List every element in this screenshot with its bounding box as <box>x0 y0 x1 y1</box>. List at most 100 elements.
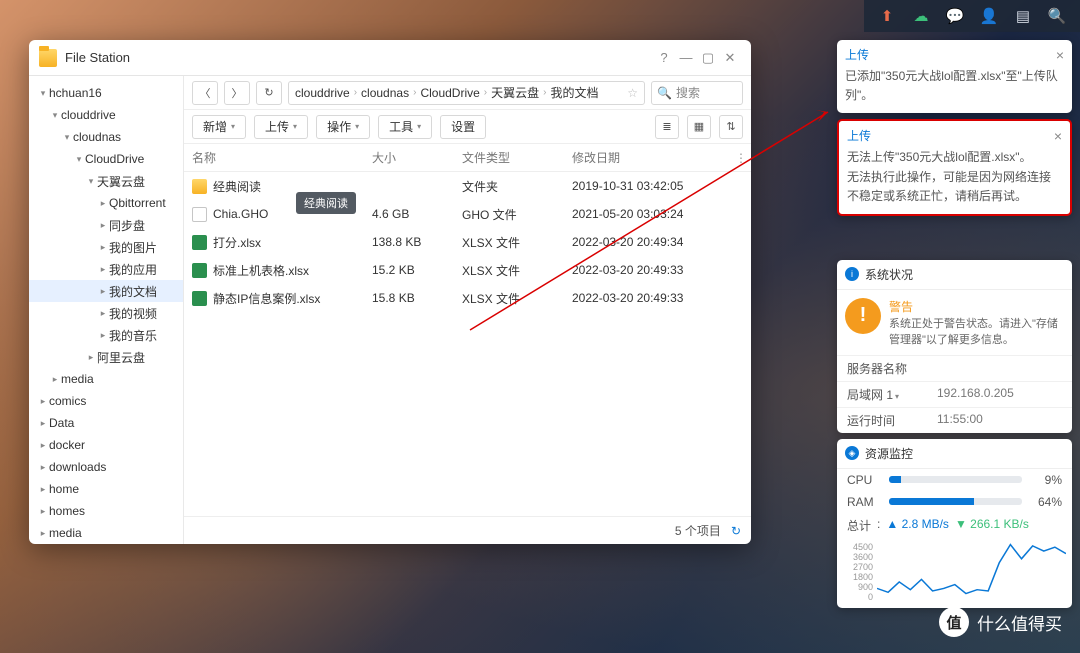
folder-tree[interactable]: ▾hchuan16▾clouddrive▾cloudnas▾CloudDrive… <box>29 76 184 544</box>
file-row[interactable]: 打分.xlsx138.8 KBXLSX 文件2022-03-20 20:49:3… <box>184 228 751 256</box>
upload-icon[interactable]: ⬆ <box>878 7 896 25</box>
tree-item[interactable]: ▸comics <box>29 390 183 412</box>
action-button[interactable]: 操作▾ <box>316 115 370 139</box>
search-icon[interactable]: 🔍 <box>1048 7 1066 25</box>
app-title: File Station <box>65 50 653 65</box>
smzdm-logo: 值 什么值得买 <box>939 607 1062 637</box>
file-row[interactable]: 标准上机表格.xlsx15.2 KBXLSX 文件2022-03-20 20:4… <box>184 256 751 284</box>
widget-title: 资源监控 <box>865 445 913 462</box>
tree-item[interactable]: ▾cloudnas <box>29 126 183 148</box>
tree-item[interactable]: ▸同步盘 <box>29 214 183 236</box>
search-icon: 🔍 <box>657 86 672 100</box>
col-name[interactable]: 名称 <box>192 149 372 166</box>
file-station-window: File Station ? — ▢ ✕ ▾hchuan16▾clouddriv… <box>29 40 751 544</box>
refresh-icon[interactable]: ↻ <box>731 524 741 538</box>
item-count: 5 个项目 <box>675 522 721 539</box>
ram-pct: 64% <box>1030 495 1062 509</box>
status-bar: 5 个项目 ↻ <box>184 516 751 544</box>
info-row: 运行时间11:55:00 <box>837 407 1072 433</box>
search-input[interactable]: 🔍 搜索 <box>651 81 743 105</box>
sort-button[interactable]: ⇅ <box>719 115 743 139</box>
action-toolbar: 新增▾ 上传▾ 操作▾ 工具▾ 设置 ≣ ▦ ⇅ <box>184 110 751 144</box>
panel-icon[interactable]: ▤ <box>1014 7 1032 25</box>
settings-button[interactable]: 设置 <box>440 115 486 139</box>
tree-item[interactable]: ▸downloads <box>29 456 183 478</box>
back-button[interactable]: 〈 <box>192 81 218 105</box>
tree-item[interactable]: ▾hchuan16 <box>29 82 183 104</box>
help-button[interactable]: ? <box>653 47 675 69</box>
monitor-icon: ◈ <box>845 446 859 460</box>
titlebar: File Station ? — ▢ ✕ <box>29 40 751 76</box>
tree-item[interactable]: ▾天翼云盘 <box>29 170 183 192</box>
tree-item[interactable]: ▸我的音乐 <box>29 324 183 346</box>
view-list-button[interactable]: ≣ <box>655 115 679 139</box>
tools-button[interactable]: 工具▾ <box>378 115 432 139</box>
file-row[interactable]: 经典阅读文件夹2019-10-31 03:42:05 <box>184 172 751 200</box>
minimize-button[interactable]: — <box>675 47 697 69</box>
cpu-bar <box>889 476 1022 483</box>
info-icon: i <box>845 267 859 281</box>
info-row: 服务器名称 <box>837 355 1072 381</box>
tree-item[interactable]: ▸docker <box>29 434 183 456</box>
tree-item[interactable]: ▸home <box>29 478 183 500</box>
tree-item[interactable]: ▾CloudDrive <box>29 148 183 170</box>
tree-item[interactable]: ▸我的视频 <box>29 302 183 324</box>
upload-button[interactable]: 上传▾ <box>254 115 308 139</box>
close-icon[interactable]: × <box>1056 47 1064 63</box>
col-menu[interactable]: ⋮ <box>731 151 751 165</box>
col-date[interactable]: 修改日期 <box>572 149 731 166</box>
breadcrumb-item[interactable]: 天翼云盘 <box>491 84 539 101</box>
tree-item[interactable]: ▸media <box>29 368 183 390</box>
breadcrumb-item[interactable]: clouddrive <box>295 86 350 100</box>
new-button[interactable]: 新增▾ <box>192 115 246 139</box>
close-icon[interactable]: × <box>1054 128 1062 144</box>
logo-badge: 值 <box>939 607 969 637</box>
star-icon[interactable]: ☆ <box>627 86 638 100</box>
refresh-button[interactable]: ↻ <box>256 81 282 105</box>
widgets-panel: 上传× 已添加"350元大战lol配置.xlsx"至"上传队列"。 上传× 无法… <box>837 40 1072 608</box>
col-size[interactable]: 大小 <box>372 149 462 166</box>
ram-bar <box>889 498 1022 505</box>
tree-item[interactable]: ▸Data <box>29 412 183 434</box>
breadcrumb-item[interactable]: cloudnas <box>361 86 409 100</box>
breadcrumb-item[interactable]: CloudDrive <box>420 86 479 100</box>
app-icon <box>39 49 57 67</box>
tree-item[interactable]: ▸我的应用 <box>29 258 183 280</box>
widget-title: 系统状况 <box>865 266 913 283</box>
resource-monitor-widget: ◈资源监控 CPU 9% RAM 64% 总计: ▲ 2.8 MB/s ▼ 26… <box>837 439 1072 608</box>
file-row[interactable]: Chia.GHO4.6 GBGHO 文件2021-05-20 03:03:24 <box>184 200 751 228</box>
cloud-icon[interactable]: ☁ <box>912 7 930 25</box>
notif-body: 无法上传"350元大战lol配置.xlsx"。无法执行此操作，可能是因为网络连接… <box>839 146 1070 214</box>
info-row: 局域网 1▾192.168.0.205 <box>837 381 1072 407</box>
notification-upload-error: 上传× 无法上传"350元大战lol配置.xlsx"。无法执行此操作，可能是因为… <box>837 119 1072 216</box>
tree-item[interactable]: ▸media <box>29 522 183 544</box>
chat-icon[interactable]: 💬 <box>946 7 964 25</box>
notif-title: 上传 <box>845 46 1056 63</box>
breadcrumb-item[interactable]: 我的文档 <box>551 84 599 101</box>
logo-text: 什么值得买 <box>977 610 1062 635</box>
tree-item[interactable]: ▸我的图片 <box>29 236 183 258</box>
tree-item[interactable]: ▾clouddrive <box>29 104 183 126</box>
cpu-label: CPU <box>847 473 881 487</box>
tree-item[interactable]: ▸阿里云盘 <box>29 346 183 368</box>
tree-item[interactable]: ▸Qbittorrent <box>29 192 183 214</box>
maximize-button[interactable]: ▢ <box>697 47 719 69</box>
taskbar: ⬆ ☁ 💬 👤 ▤ 🔍 <box>864 0 1080 32</box>
cpu-pct: 9% <box>1030 473 1062 487</box>
tree-item[interactable]: ▸我的文档 <box>29 280 183 302</box>
close-button[interactable]: ✕ <box>719 47 741 69</box>
forward-button[interactable]: 〉 <box>224 81 250 105</box>
tooltip: 经典阅读 <box>296 192 356 214</box>
file-row[interactable]: 静态IP信息案例.xlsx15.8 KBXLSX 文件2022-03-20 20… <box>184 284 751 312</box>
upload-speed: ▲ 2.8 MB/s <box>886 517 949 534</box>
view-grid-button[interactable]: ▦ <box>687 115 711 139</box>
search-placeholder: 搜索 <box>676 84 700 101</box>
notification-upload-added: 上传× 已添加"350元大战lol配置.xlsx"至"上传队列"。 <box>837 40 1072 113</box>
user-icon[interactable]: 👤 <box>980 7 998 25</box>
notif-title: 上传 <box>847 127 1054 144</box>
warning-icon: ! <box>845 298 881 334</box>
breadcrumb[interactable]: clouddrive›cloudnas›CloudDrive›天翼云盘›我的文档… <box>288 81 645 105</box>
col-type[interactable]: 文件类型 <box>462 149 572 166</box>
tree-item[interactable]: ▸homes <box>29 500 183 522</box>
ram-label: RAM <box>847 495 881 509</box>
